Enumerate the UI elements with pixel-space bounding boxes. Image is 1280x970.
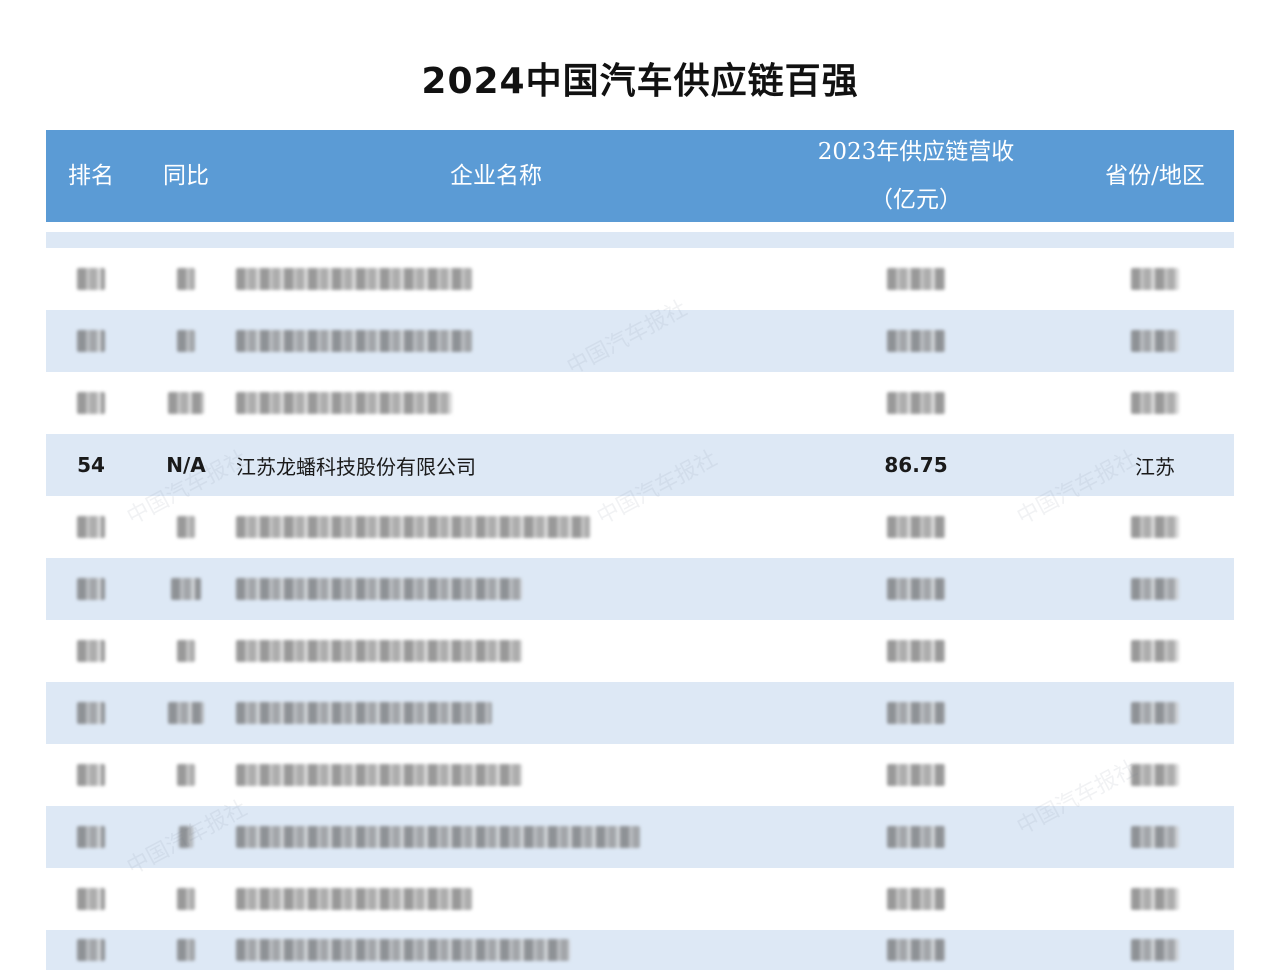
blurred-province [1076,620,1234,682]
blurred-revenue [756,496,1076,558]
header-yoy: 同比 [163,163,209,189]
blurred-province [1076,372,1234,434]
blurred-company-name [236,496,756,558]
blurred-company-name [236,806,756,868]
blurred-company-name [236,620,756,682]
table-row-blurred [46,806,1234,868]
table-row-blurred [46,558,1234,620]
table-row-blurred [46,744,1234,806]
blurred-company-name [236,930,756,970]
blurred-company-name [236,868,756,930]
blurred-company-name [236,248,756,310]
table-body: 54 N/A 江苏龙蟠科技股份有限公司 86.75 江苏 [46,248,1234,970]
header-revenue: 2023年供应链营收 （亿元） [756,130,1076,222]
blurred-province [1076,558,1234,620]
blurred-company-name [236,558,756,620]
blurred-yoy [136,248,236,310]
page-title: 2024中国汽车供应链百强 [421,61,859,102]
blurred-revenue [756,248,1076,310]
blurred-province [1076,930,1234,970]
row-rank: 54 [77,453,105,477]
blurred-yoy [136,806,236,868]
blurred-yoy [136,930,236,970]
blurred-yoy [136,558,236,620]
blurred-province [1076,806,1234,868]
blurred-rank [46,682,136,744]
blurred-company-name [236,310,756,372]
blurred-rank [46,248,136,310]
table-row-blurred [46,930,1234,970]
header-revenue-line1: 2023年供应链营收 [817,139,1015,165]
blurred-revenue [756,806,1076,868]
blurred-rank [46,496,136,558]
blurred-company-name [236,744,756,806]
blurred-yoy [136,620,236,682]
row-revenue: 86.75 [884,453,948,477]
blurred-revenue [756,744,1076,806]
blurred-province [1076,868,1234,930]
header-company-name: 企业名称 [450,163,542,189]
table-row-blurred [46,682,1234,744]
blurred-company-name [236,372,756,434]
blurred-rank [46,310,136,372]
blurred-yoy [136,496,236,558]
table-row-blurred [46,620,1234,682]
table-row-partial [46,232,1234,248]
blurred-yoy [136,682,236,744]
blurred-yoy [136,372,236,434]
blurred-revenue [756,682,1076,744]
blurred-province [1076,744,1234,806]
blurred-revenue [756,620,1076,682]
row-province: 江苏 [1135,454,1175,479]
blurred-yoy [136,310,236,372]
blurred-rank [46,558,136,620]
blurred-revenue [756,310,1076,372]
table-row-blurred [46,372,1234,434]
blurred-province [1076,682,1234,744]
header-province: 省份/地区 [1105,163,1205,189]
blurred-revenue [756,558,1076,620]
blurred-rank [46,372,136,434]
blurred-province [1076,248,1234,310]
table-row-blurred [46,310,1234,372]
blurred-rank [46,620,136,682]
row-company-name: 江苏龙蟠科技股份有限公司 [236,454,476,479]
blurred-yoy [136,868,236,930]
ranking-table: 排名 同比 企业名称 2023年供应链营收 （亿元） 省份/地区 54 N/A … [46,130,1234,970]
blurred-company-name [236,682,756,744]
header-rank: 排名 [68,163,114,189]
header-revenue-line2: （亿元） [870,187,962,213]
blurred-revenue [756,372,1076,434]
table-row-highlight: 54 N/A 江苏龙蟠科技股份有限公司 86.75 江苏 [46,434,1234,496]
table-row-blurred [46,248,1234,310]
blurred-province [1076,310,1234,372]
blurred-province [1076,496,1234,558]
blurred-rank [46,868,136,930]
blurred-rank [46,806,136,868]
table-row-blurred [46,496,1234,558]
row-yoy: N/A [166,453,206,477]
blurred-rank [46,930,136,970]
blurred-rank [46,744,136,806]
blurred-revenue [756,930,1076,970]
blurred-yoy [136,744,236,806]
table-header: 排名 同比 企业名称 2023年供应链营收 （亿元） 省份/地区 [46,130,1234,222]
blurred-revenue [756,868,1076,930]
table-row-blurred [46,868,1234,930]
